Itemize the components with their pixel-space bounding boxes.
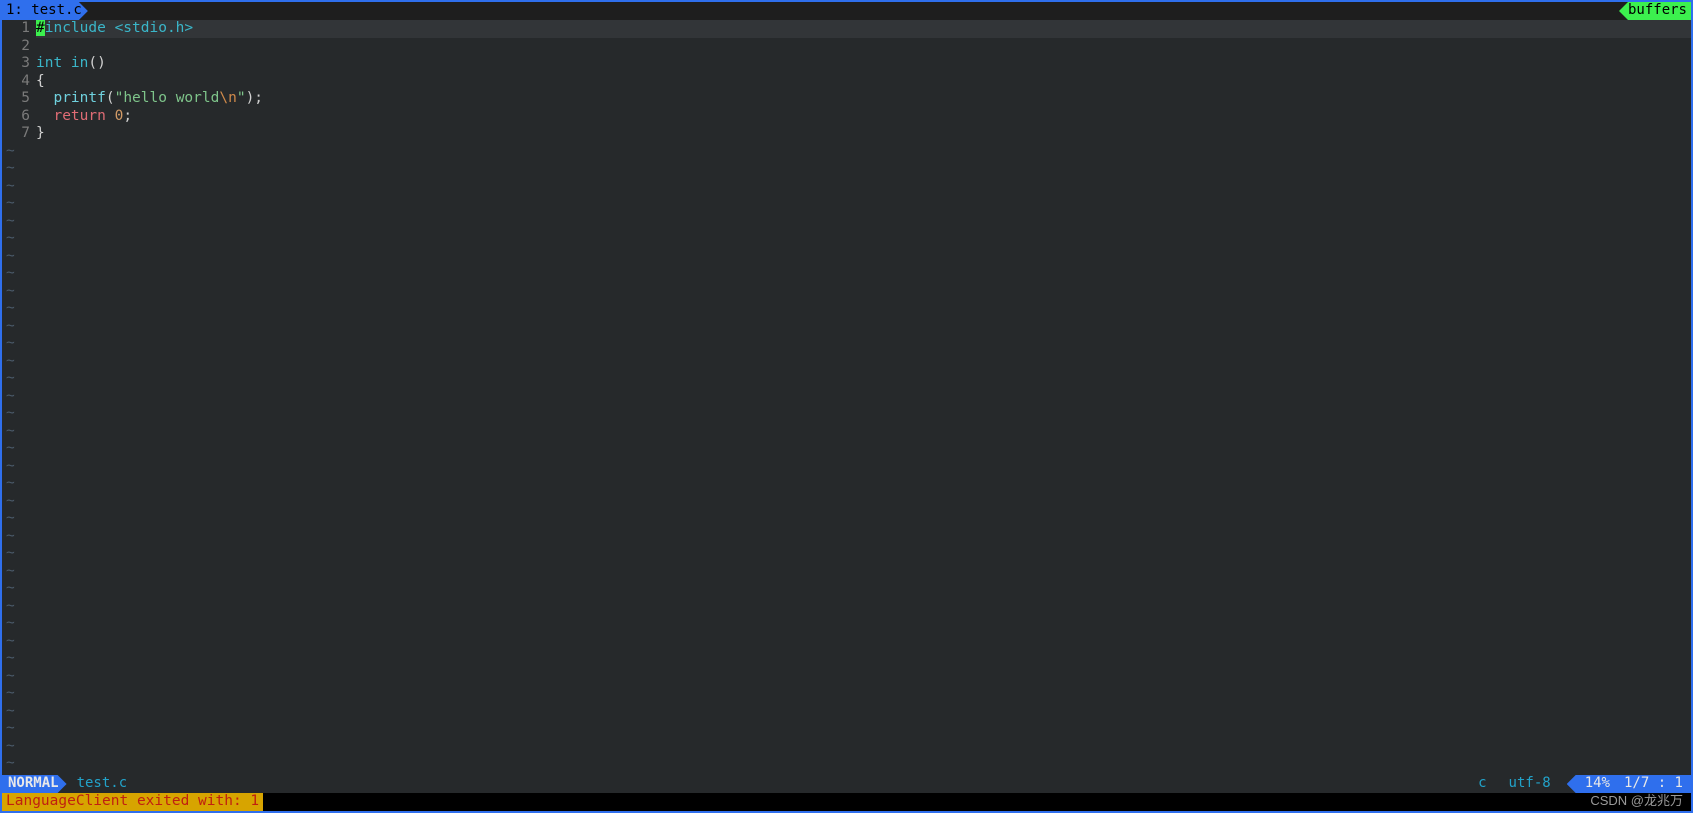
tab-file[interactable]: 1: test.c [2, 2, 88, 20]
command-line[interactable]: LanguageClient exited with: 1 [2, 793, 1691, 811]
line-number: 2 [2, 38, 30, 56]
status-filetype: c [1466, 775, 1498, 793]
line-number: 6 [2, 108, 30, 126]
editor-area[interactable]: 1 2 3 4 5 6 7 #include <stdio.h>int in()… [2, 20, 1691, 775]
status-line-col: 1/7 : 1 [1624, 775, 1683, 793]
status-encoding: utf-8 [1499, 775, 1567, 793]
status-bar: NORMAL test.c c utf-8 14% 1/7 : 1 [2, 775, 1691, 793]
status-position: 14% 1/7 : 1 [1567, 775, 1691, 793]
warning-message: LanguageClient exited with: 1 [2, 793, 263, 811]
line-number: 4 [2, 73, 30, 91]
status-filename: test.c [67, 775, 138, 793]
line-number: 7 [2, 125, 30, 143]
line-number: 1 [2, 20, 30, 38]
editor-window: 1: test.c buffers 1 2 3 4 5 6 7 #include… [0, 0, 1693, 813]
line-number: 3 [2, 55, 30, 73]
mode-indicator: NORMAL [2, 775, 67, 793]
line-number: 5 [2, 90, 30, 108]
buffers-tab[interactable]: buffers [1619, 2, 1691, 20]
status-percent: 14% [1585, 775, 1610, 793]
tab-bar: 1: test.c buffers [2, 2, 1691, 20]
code-area[interactable]: #include <stdio.h>int in(){ printf("hell… [36, 20, 1691, 775]
watermark: CSDN @龙兆万 [1590, 792, 1683, 810]
